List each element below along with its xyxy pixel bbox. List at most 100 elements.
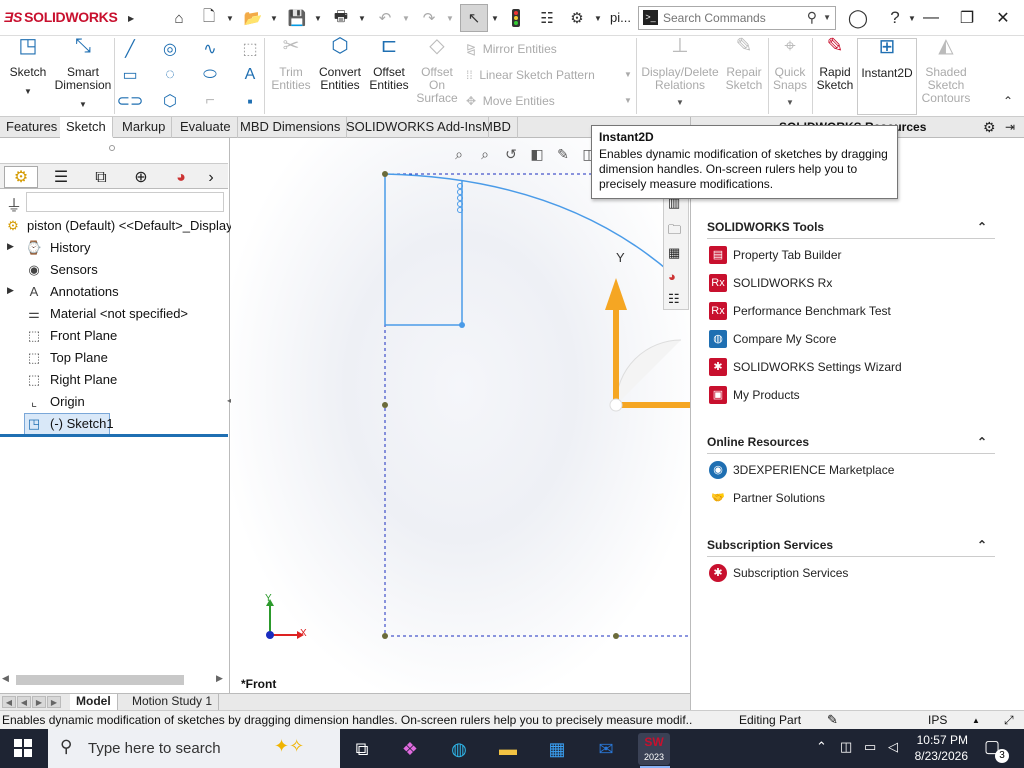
show-hidden-icons-icon[interactable]: ⌃: [816, 739, 827, 755]
task-pane-pin-icon[interactable]: ⇥: [1005, 120, 1015, 134]
tree-item-top-plane[interactable]: ⬚ Top Plane: [0, 347, 228, 369]
network-icon[interactable]: ▭: [864, 739, 876, 755]
tab-mbd[interactable]: MBD: [476, 117, 518, 138]
help-icon[interactable]: ?: [884, 7, 906, 29]
volume-icon[interactable]: ◁: [888, 739, 898, 755]
offset-entities-button[interactable]: ⊏ Offset Entities: [366, 36, 412, 92]
arc-icon[interactable]: ◌: [160, 65, 180, 85]
rebuild-status-icon[interactable]: ✎: [827, 711, 838, 729]
rectangle-icon[interactable]: ▭: [120, 65, 140, 85]
copilot-sparkle-icon[interactable]: ✦✧: [274, 736, 304, 757]
polygon-icon[interactable]: ⬡: [160, 91, 180, 111]
panel-tabs-more-icon[interactable]: ›: [200, 166, 222, 188]
edge-browser-icon[interactable]: ◍: [443, 733, 475, 765]
convert-entities-button[interactable]: ⬡ Convert Entities: [316, 36, 364, 92]
feature-manager-tab-icon[interactable]: ⚙: [4, 166, 38, 188]
resource-3dexperience-marketplace[interactable]: ◉ 3DEXPERIENCE Marketplace: [707, 456, 995, 484]
tab-markup[interactable]: Markup: [116, 117, 173, 138]
tab-model[interactable]: Model: [70, 694, 118, 710]
file-properties-icon[interactable]: ☷: [536, 7, 558, 29]
rollback-bar[interactable]: [0, 434, 228, 437]
dimxpert-manager-tab-icon[interactable]: ⊕: [124, 166, 158, 188]
filter-field[interactable]: [26, 192, 224, 212]
construction-geometry-icon[interactable]: ⬚: [240, 39, 260, 59]
linear-sketch-pattern-button[interactable]: ⁞⁞ Linear Sketch Pattern: [466, 68, 595, 82]
tool-property-tab-builder[interactable]: ▤ Property Tab Builder: [707, 241, 995, 269]
rebuild-traffic-light-icon[interactable]: [505, 7, 527, 29]
section-title[interactable]: Online Resources ⌃: [707, 430, 995, 454]
display-delete-relations-button[interactable]: ⊥ Display/Delete Relations ▼: [640, 36, 720, 109]
move-dropdown-icon[interactable]: ▼: [624, 96, 632, 105]
close-button[interactable]: ✕: [986, 4, 1020, 32]
quick-tips-icon[interactable]: ⤢: [1004, 711, 1014, 729]
user-account-icon[interactable]: ◯: [847, 7, 869, 29]
tab-evaluate[interactable]: Evaluate: [174, 117, 238, 138]
text-icon[interactable]: A: [240, 65, 260, 85]
task-pane-options-icon[interactable]: ⚙: [983, 119, 996, 136]
tool-solidworks-rx[interactable]: Rx SOLIDWORKS Rx: [707, 269, 995, 297]
shaded-sketch-contours-button[interactable]: ◭ Shaded Sketch Contours: [920, 36, 972, 105]
first-tab-arrow-icon[interactable]: ◀: [2, 696, 16, 708]
expand-arrow-icon[interactable]: ▶: [7, 241, 14, 252]
property-manager-tab-icon[interactable]: ☰: [44, 166, 78, 188]
tree-item-origin[interactable]: ⌞ Origin: [0, 391, 228, 413]
ellipse-icon[interactable]: ⬭: [200, 65, 220, 85]
redo-icon[interactable]: ↷: [418, 7, 440, 29]
tree-item-sketch1[interactable]: ◳ (-) Sketch1: [0, 413, 228, 435]
minimize-button[interactable]: —: [914, 4, 948, 32]
select-dropdown-icon[interactable]: ▼: [491, 14, 499, 23]
last-tab-arrow-icon[interactable]: ▶: [47, 696, 61, 708]
undo-icon[interactable]: ↶: [374, 7, 396, 29]
custom-properties-icon[interactable]: ☷: [668, 291, 680, 307]
move-entities-button[interactable]: ✥ Move Entities: [466, 94, 555, 108]
tool-compare-my-score[interactable]: ◍ Compare My Score: [707, 325, 995, 353]
collapse-chevron-icon[interactable]: ⌃: [977, 430, 987, 454]
search-commands-input[interactable]: [663, 10, 813, 26]
tree-item-history[interactable]: ▶ ⌚ History: [0, 237, 228, 259]
file-explorer-icon[interactable]: 🗀: [668, 221, 681, 243]
menu-expand-arrow[interactable]: ▶: [128, 14, 136, 23]
tree-item-material[interactable]: ⚌ Material <not specified>: [0, 303, 228, 325]
point-icon[interactable]: ■: [240, 91, 260, 111]
windows-start-icon[interactable]: [14, 739, 32, 757]
section-title[interactable]: Subscription Services ⌃: [707, 533, 995, 557]
meet-now-icon[interactable]: ◫: [840, 739, 852, 755]
prev-tab-arrow-icon[interactable]: ◀: [17, 696, 31, 708]
solidworks-taskbar-icon[interactable]: SW 2023: [638, 733, 670, 765]
sketch-origin[interactable]: [609, 398, 623, 412]
collapse-chevron-icon[interactable]: ⌃: [977, 533, 987, 557]
appearances-icon[interactable]: ◕: [668, 269, 676, 284]
file-explorer-icon[interactable]: ▬: [492, 733, 524, 765]
save-dropdown-icon[interactable]: ▼: [314, 14, 322, 23]
tree-item-annotations[interactable]: ▶ A Annotations: [0, 281, 228, 303]
search-dropdown-icon[interactable]: ▼: [823, 13, 831, 22]
tab-features[interactable]: Features: [0, 117, 65, 138]
save-icon[interactable]: 💾: [286, 7, 308, 29]
sketch-point[interactable]: [382, 402, 388, 408]
smart-dimension-button[interactable]: ⤡ Smart Dimension ▼: [54, 36, 112, 111]
redo-dropdown-icon[interactable]: ▼: [446, 14, 454, 23]
filter-icon[interactable]: ⏚: [6, 192, 22, 216]
slot-icon[interactable]: ⊂⊃: [117, 91, 144, 111]
expand-arrow-icon[interactable]: ▶: [7, 285, 14, 296]
spline-icon[interactable]: ∿: [200, 39, 220, 59]
open-dropdown-icon[interactable]: ▼: [270, 14, 278, 23]
fillet-icon[interactable]: ⌐: [200, 91, 220, 111]
circle-icon[interactable]: ◎: [160, 39, 180, 59]
resource-partner-solutions[interactable]: 🤝 Partner Solutions: [707, 484, 995, 512]
unit-system[interactable]: IPS: [928, 711, 947, 729]
new-dropdown-icon[interactable]: ▼: [226, 14, 234, 23]
tab-motion-study-1[interactable]: Motion Study 1: [126, 694, 220, 710]
section-title[interactable]: SOLIDWORKS Tools ⌃: [707, 215, 995, 239]
view-palette-icon[interactable]: ▦: [668, 245, 680, 261]
tab-sketch[interactable]: Sketch: [60, 117, 113, 138]
tree-item-front-plane[interactable]: ⬚ Front Plane: [0, 325, 228, 347]
restore-button[interactable]: ❐: [950, 4, 984, 32]
tool-settings-wizard[interactable]: ✱ SOLIDWORKS Settings Wizard: [707, 353, 995, 381]
microsoft-store-icon[interactable]: ▦: [541, 733, 573, 765]
next-tab-arrow-icon[interactable]: ▶: [32, 696, 46, 708]
sketch-canvas[interactable]: [231, 138, 690, 693]
options-dropdown-icon[interactable]: ▼: [594, 14, 602, 23]
search-commands-box[interactable]: >_ ⚲ ▼: [638, 6, 836, 30]
undo-dropdown-icon[interactable]: ▼: [402, 14, 410, 23]
